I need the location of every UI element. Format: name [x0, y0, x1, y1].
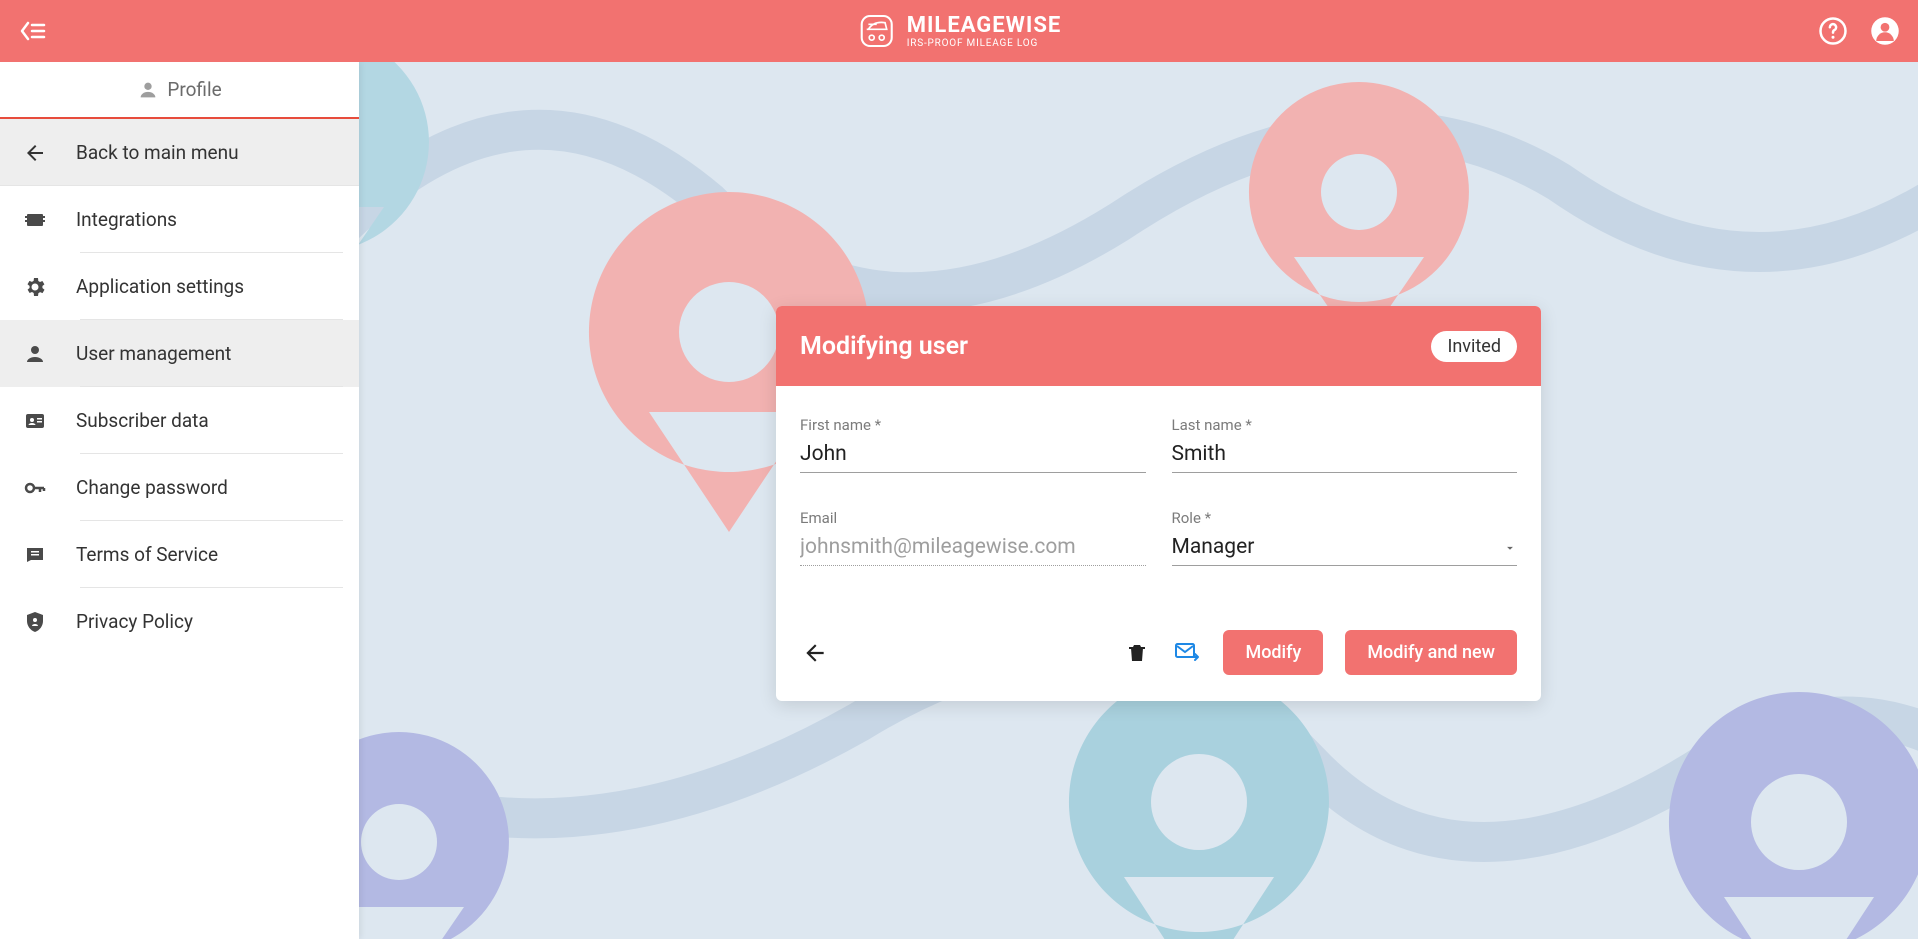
- sidebar-item-integrations[interactable]: Integrations: [0, 186, 359, 253]
- settings-icon: [22, 274, 48, 300]
- sidebar-item-terms[interactable]: Terms of Service: [0, 521, 359, 588]
- menu-toggle-button[interactable]: [18, 19, 46, 43]
- sidebar-item-application-settings[interactable]: Application settings: [0, 253, 359, 320]
- sidebar: Profile Back to main menu Integrations A…: [0, 62, 359, 939]
- sidebar-back-label: Back to main menu: [76, 141, 239, 164]
- sidebar-item-label: Application settings: [76, 275, 244, 298]
- last-name-label: Last name *: [1172, 416, 1518, 434]
- status-badge: Invited: [1431, 331, 1517, 362]
- resend-invite-button[interactable]: [1173, 639, 1201, 667]
- role-selected-value: Manager: [1172, 533, 1504, 565]
- sidebar-item-change-password[interactable]: Change password: [0, 454, 359, 521]
- terms-icon: [22, 542, 48, 568]
- role-field: Role * Manager: [1172, 509, 1518, 566]
- role-label: Role *: [1172, 509, 1518, 527]
- sidebar-item-label: Change password: [76, 476, 228, 499]
- trash-icon: [1125, 641, 1149, 665]
- sidebar-item-label: Privacy Policy: [76, 610, 193, 633]
- logo-icon: [857, 11, 897, 51]
- header-right: [1818, 16, 1900, 46]
- sidebar-header: Profile: [0, 62, 359, 119]
- last-name-field: Last name *: [1172, 416, 1518, 473]
- help-icon: [1818, 16, 1848, 46]
- brand-tagline: IRS-PROOF MILEAGE LOG: [907, 38, 1062, 49]
- account-button[interactable]: [1870, 16, 1900, 46]
- email-field: Email: [800, 509, 1146, 566]
- modal-header: Modifying user Invited: [776, 306, 1541, 386]
- modify-button[interactable]: Modify: [1223, 630, 1323, 675]
- modal-footer: Modify Modify and new: [776, 620, 1541, 701]
- header-left: [18, 19, 46, 43]
- mail-forward-icon: [1173, 639, 1201, 667]
- sidebar-title: Profile: [167, 78, 221, 101]
- subscriber-icon: [22, 408, 48, 434]
- last-name-input[interactable]: [1172, 440, 1518, 473]
- sidebar-item-privacy[interactable]: Privacy Policy: [0, 588, 359, 655]
- account-icon: [1870, 15, 1900, 47]
- arrow-back-icon: [802, 640, 828, 666]
- help-button[interactable]: [1818, 16, 1848, 46]
- arrow-back-icon: [22, 140, 48, 166]
- sidebar-item-subscriber-data[interactable]: Subscriber data: [0, 387, 359, 454]
- modify-user-modal: Modifying user Invited First name * Last…: [776, 306, 1541, 701]
- integrations-icon: [22, 207, 48, 233]
- first-name-input[interactable]: [800, 440, 1146, 473]
- role-select[interactable]: Manager: [1172, 533, 1518, 566]
- modal-body: First name * Last name * Email Role * Ma…: [776, 386, 1541, 620]
- sidebar-item-user-management[interactable]: User management: [0, 320, 359, 387]
- sidebar-item-label: Terms of Service: [76, 543, 218, 566]
- profile-icon: [137, 79, 159, 101]
- menu-collapse-icon: [18, 19, 46, 43]
- sidebar-item-label: User management: [76, 342, 231, 365]
- modal-back-button[interactable]: [800, 638, 830, 668]
- brand-name: MILEAGEWISE: [907, 13, 1062, 38]
- modal-title: Modifying user: [800, 332, 968, 361]
- sidebar-back[interactable]: Back to main menu: [0, 119, 359, 186]
- first-name-field: First name *: [800, 416, 1146, 473]
- app-header: MILEAGEWISE IRS-PROOF MILEAGE LOG: [0, 0, 1918, 62]
- brand-logo: MILEAGEWISE IRS-PROOF MILEAGE LOG: [857, 11, 1062, 51]
- sidebar-item-label: Integrations: [76, 208, 177, 231]
- key-icon: [22, 475, 48, 501]
- modify-and-new-button[interactable]: Modify and new: [1345, 630, 1517, 675]
- email-label: Email: [800, 509, 1146, 527]
- sidebar-item-label: Subscriber data: [76, 409, 209, 432]
- user-management-icon: [22, 341, 48, 367]
- email-input: [800, 533, 1146, 566]
- first-name-label: First name *: [800, 416, 1146, 434]
- chevron-down-icon: [1503, 540, 1517, 559]
- delete-button[interactable]: [1123, 639, 1151, 667]
- privacy-icon: [22, 609, 48, 635]
